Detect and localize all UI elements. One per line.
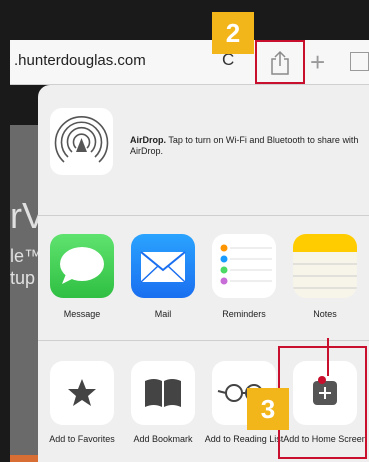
airdrop-title: AirDrop. <box>130 135 166 145</box>
app-label: Reminders <box>222 309 266 319</box>
book-icon <box>131 361 195 425</box>
apps-row: Message Mail Reminders Notes <box>38 216 369 340</box>
app-label: Mail <box>154 309 172 319</box>
safari-toolbar: .hunterdouglas.com C + <box>10 40 369 85</box>
reminders-icon <box>212 234 276 298</box>
airdrop-row[interactable]: AirDrop. Tap to turn on Wi-Fi and Blueto… <box>38 85 369 215</box>
airdrop-description: AirDrop. Tap to turn on Wi-Fi and Blueto… <box>130 135 366 157</box>
star-icon <box>50 361 114 425</box>
share-icon <box>271 50 289 75</box>
action-label: Add to Favorites <box>49 434 115 444</box>
action-add-bookmark[interactable]: Add Bookmark <box>121 361 205 445</box>
action-label: Add to Reading List <box>204 434 284 444</box>
message-icon <box>50 234 114 298</box>
device-frame: .hunterdouglas.com C + rV le™ tup AirDro… <box>0 0 369 462</box>
step-2-badge: 2 <box>212 12 254 54</box>
app-mail[interactable]: Mail <box>123 234 203 319</box>
action-add-to-favorites[interactable]: Add to Favorites <box>40 361 124 445</box>
background-text-2: le™ tup <box>10 246 38 288</box>
url-text[interactable]: .hunterdouglas.com <box>14 52 146 69</box>
step-3-badge: 3 <box>247 388 289 430</box>
action-label: Add Bookmark <box>133 434 193 444</box>
app-label: Notes <box>313 309 337 319</box>
share-button[interactable] <box>255 40 305 84</box>
app-label: Message <box>63 309 101 319</box>
mail-icon <box>131 234 195 298</box>
new-tab-button[interactable]: + <box>310 47 325 78</box>
background-text: rV <box>10 195 38 236</box>
background-page: rV le™ tup <box>10 85 38 462</box>
app-message[interactable]: Message <box>42 234 122 319</box>
app-notes[interactable]: Notes <box>285 234 365 319</box>
airdrop-icon[interactable] <box>50 108 113 175</box>
tabs-icon[interactable] <box>350 52 369 71</box>
highlight-box <box>278 346 367 459</box>
app-reminders[interactable]: Reminders <box>204 234 284 319</box>
notes-icon <box>293 234 357 298</box>
